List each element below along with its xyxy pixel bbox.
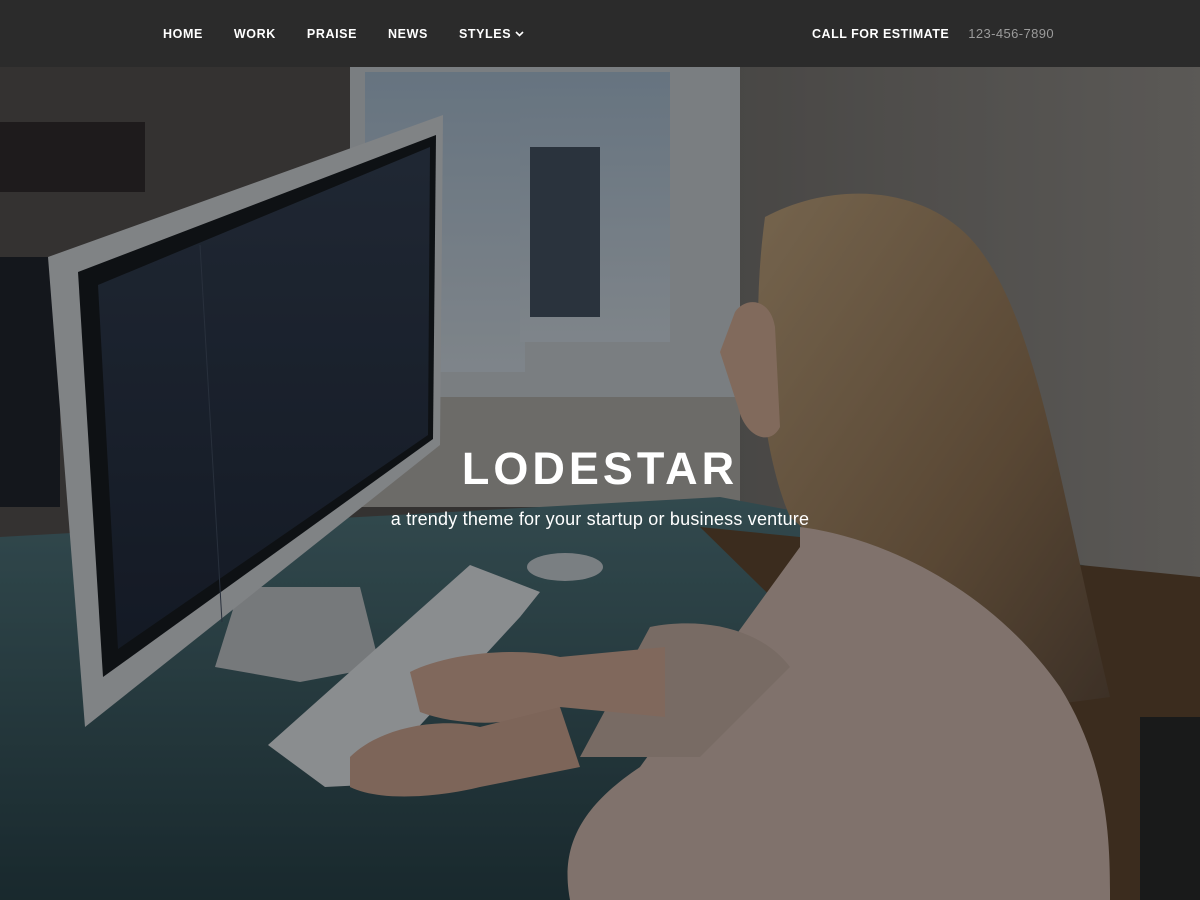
contact-area: CALL FOR ESTIMATE 123-456-7890: [812, 0, 1054, 67]
nav-item-news[interactable]: NEWS: [388, 27, 428, 41]
call-for-estimate-link[interactable]: CALL FOR ESTIMATE: [812, 27, 949, 41]
nav-item-praise[interactable]: PRAISE: [307, 27, 357, 41]
site-title: LODESTAR: [461, 443, 739, 494]
top-navbar: HOME WORK PRAISE NEWS STYLES CALL FOR ES…: [0, 0, 1200, 67]
site-tagline: a trendy theme for your startup or busin…: [390, 509, 810, 529]
chevron-down-icon: [515, 30, 524, 37]
nav-item-styles[interactable]: STYLES: [459, 27, 524, 41]
hero-section: LODESTAR a trendy theme for your startup…: [0, 67, 1200, 900]
nav-item-styles-label: STYLES: [458, 26, 512, 41]
phone-number: 123-456-7890: [968, 26, 1054, 41]
nav-item-work[interactable]: WORK: [234, 27, 276, 41]
nav-item-home[interactable]: HOME: [163, 27, 203, 41]
main-menu: HOME WORK PRAISE NEWS STYLES: [163, 0, 555, 67]
